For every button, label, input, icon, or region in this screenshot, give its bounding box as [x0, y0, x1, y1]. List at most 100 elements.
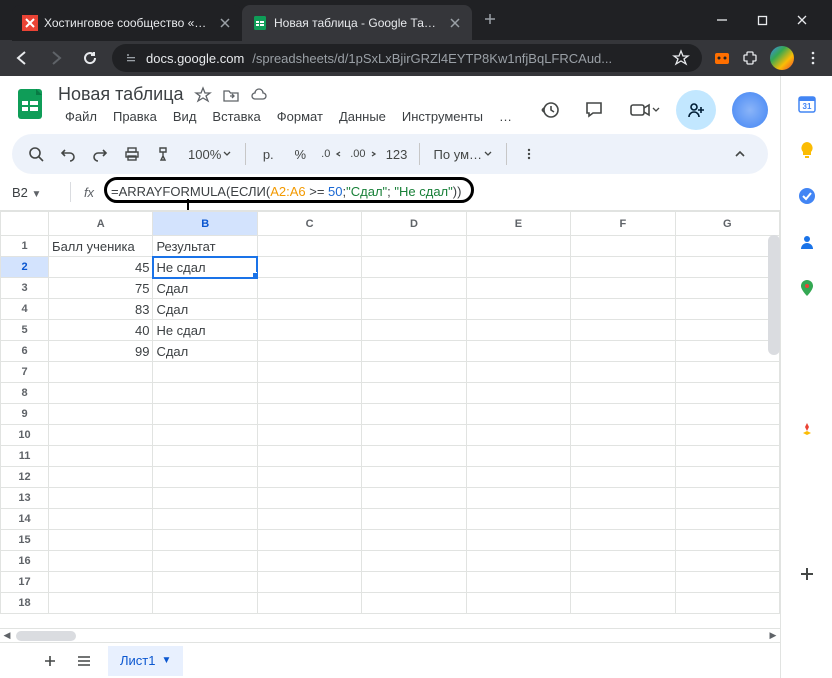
col-header-B[interactable]: B — [153, 212, 257, 236]
cell-A10[interactable] — [49, 425, 153, 446]
all-sheets-button[interactable] — [74, 651, 94, 671]
get-addons-button[interactable] — [797, 564, 817, 584]
cell-A12[interactable] — [49, 467, 153, 488]
cell-C3[interactable] — [257, 278, 361, 299]
cell-G2[interactable] — [675, 257, 779, 278]
cell-B16[interactable] — [153, 551, 257, 572]
close-icon[interactable] — [448, 16, 462, 30]
cell-A4[interactable]: 83 — [49, 299, 153, 320]
extensions-puzzle-icon[interactable] — [742, 49, 760, 67]
cell-D14[interactable] — [362, 509, 466, 530]
close-icon[interactable] — [218, 16, 232, 30]
cell-D5[interactable] — [362, 320, 466, 341]
maps-icon[interactable] — [797, 278, 817, 298]
cell-G15[interactable] — [675, 530, 779, 551]
cell-D13[interactable] — [362, 488, 466, 509]
share-button[interactable] — [676, 90, 716, 130]
cell-E8[interactable] — [466, 383, 570, 404]
cell-G13[interactable] — [675, 488, 779, 509]
col-header-F[interactable]: F — [571, 212, 675, 236]
cell-G3[interactable] — [675, 278, 779, 299]
cell-D10[interactable] — [362, 425, 466, 446]
cell-A18[interactable] — [49, 593, 153, 614]
scroll-thumb[interactable] — [16, 631, 76, 641]
cell-D18[interactable] — [362, 593, 466, 614]
cell-C11[interactable] — [257, 446, 361, 467]
account-avatar[interactable] — [732, 92, 768, 128]
cell-A13[interactable] — [49, 488, 153, 509]
decrease-decimal-button[interactable]: .0 — [318, 140, 346, 168]
number-format-button[interactable]: 123 — [383, 140, 411, 168]
cell-D9[interactable] — [362, 404, 466, 425]
cell-B1[interactable]: Результат — [153, 236, 257, 257]
horizontal-scrollbar[interactable]: ◀ ▶ — [0, 628, 780, 642]
cell-F14[interactable] — [571, 509, 675, 530]
paint-format-button[interactable] — [150, 140, 178, 168]
row-header-4[interactable]: 4 — [1, 299, 49, 320]
cell-E13[interactable] — [466, 488, 570, 509]
cell-A8[interactable] — [49, 383, 153, 404]
cell-A2[interactable]: 45 — [49, 257, 153, 278]
cell-C4[interactable] — [257, 299, 361, 320]
cell-F6[interactable] — [571, 341, 675, 362]
cell-B6[interactable]: Сдал — [153, 341, 257, 362]
cell-C18[interactable] — [257, 593, 361, 614]
cell-A16[interactable] — [49, 551, 153, 572]
cell-F15[interactable] — [571, 530, 675, 551]
move-folder-icon[interactable] — [222, 86, 240, 104]
back-button[interactable] — [10, 46, 34, 70]
cell-C5[interactable] — [257, 320, 361, 341]
cell-E5[interactable] — [466, 320, 570, 341]
cell-F11[interactable] — [571, 446, 675, 467]
cell-F5[interactable] — [571, 320, 675, 341]
row-header-5[interactable]: 5 — [1, 320, 49, 341]
cell-B3[interactable]: Сдал — [153, 278, 257, 299]
cell-G7[interactable] — [675, 362, 779, 383]
cell-C17[interactable] — [257, 572, 361, 593]
cell-E12[interactable] — [466, 467, 570, 488]
row-header-14[interactable]: 14 — [1, 509, 49, 530]
cell-G4[interactable] — [675, 299, 779, 320]
cell-E11[interactable] — [466, 446, 570, 467]
cell-B2[interactable]: Не сдал — [153, 257, 257, 278]
cell-F12[interactable] — [571, 467, 675, 488]
vertical-scrollbar[interactable] — [768, 235, 780, 355]
cell-B7[interactable] — [153, 362, 257, 383]
cell-B9[interactable] — [153, 404, 257, 425]
cell-D2[interactable] — [362, 257, 466, 278]
cell-D4[interactable] — [362, 299, 466, 320]
browser-tab-1[interactable]: Новая таблица - Google Табли — [242, 5, 472, 41]
doc-title[interactable]: Новая таблица — [58, 84, 184, 105]
spreadsheet-grid[interactable]: ABCDEFG1Балл ученикаРезультат245Не сдал3… — [0, 211, 780, 614]
cell-D15[interactable] — [362, 530, 466, 551]
cell-F10[interactable] — [571, 425, 675, 446]
cell-C14[interactable] — [257, 509, 361, 530]
cell-G16[interactable] — [675, 551, 779, 572]
bookmark-star-icon[interactable] — [672, 49, 690, 67]
cell-D7[interactable] — [362, 362, 466, 383]
cell-G18[interactable] — [675, 593, 779, 614]
cell-C7[interactable] — [257, 362, 361, 383]
cell-D16[interactable] — [362, 551, 466, 572]
cell-F1[interactable] — [571, 236, 675, 257]
cell-D8[interactable] — [362, 383, 466, 404]
cell-C12[interactable] — [257, 467, 361, 488]
cell-E9[interactable] — [466, 404, 570, 425]
cell-B4[interactable]: Сдал — [153, 299, 257, 320]
col-header-G[interactable]: G — [675, 212, 779, 236]
cell-G1[interactable] — [675, 236, 779, 257]
row-header-13[interactable]: 13 — [1, 488, 49, 509]
minimize-button[interactable] — [706, 6, 738, 34]
sheet-tab[interactable]: Лист1▼ — [108, 646, 183, 676]
cell-C15[interactable] — [257, 530, 361, 551]
cell-B17[interactable] — [153, 572, 257, 593]
cell-C9[interactable] — [257, 404, 361, 425]
cell-A17[interactable] — [49, 572, 153, 593]
formula-input[interactable]: =ARRAYFORMULA(ЕСЛИ(A2:A6 >= 50;"Сдал"; "… — [107, 183, 768, 201]
scroll-left-icon[interactable]: ◀ — [0, 629, 14, 641]
cell-C6[interactable] — [257, 341, 361, 362]
menu-view[interactable]: Вид — [166, 107, 204, 126]
font-selector[interactable]: По ум… — [428, 140, 498, 168]
col-header-E[interactable]: E — [466, 212, 570, 236]
star-icon[interactable] — [194, 86, 212, 104]
